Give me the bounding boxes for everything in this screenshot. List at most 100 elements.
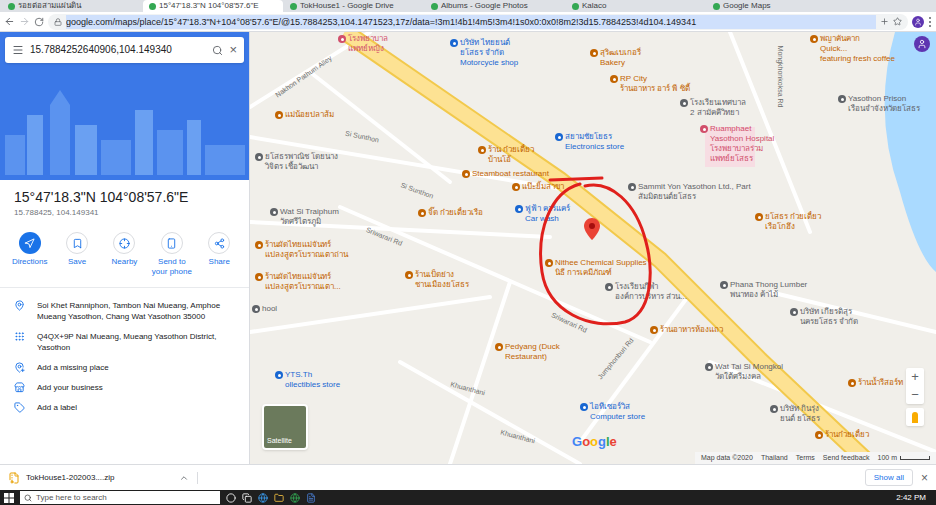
map-place-label[interactable]: Sammit Yon Yasothon Ltd., Partสัมมิตยนต์…	[628, 182, 751, 202]
back-icon[interactable]	[4, 16, 15, 27]
map-place-label[interactable]: Steamboat restaurant	[462, 169, 549, 179]
map-place-label[interactable]: Pedyang (DuckRestaurant)	[495, 342, 560, 362]
map-place-label[interactable]: โรงเรียนเทศบาล2 สามัคคีวิทยา	[680, 98, 746, 118]
map-place-label[interactable]: ร้านน้ำรีสอร์ท	[848, 378, 903, 388]
zoom-button[interactable]: +	[906, 368, 924, 386]
action-button[interactable]: Nearby	[102, 232, 146, 277]
detail-row[interactable]: Q4QX+9P Nai Mueang, Mueang Yasothon Dist…	[14, 331, 235, 353]
file-explorer-icon[interactable]	[274, 493, 284, 503]
reload-icon[interactable]	[34, 17, 44, 27]
browser-tab[interactable]: Google Maps	[707, 0, 847, 12]
clear-button[interactable]: ×	[229, 43, 237, 57]
add-icon[interactable]	[880, 17, 889, 26]
map-place-label[interactable]: ยโสธรพาณิช โดยนางวิจิตร เชื้อวัฒนา	[255, 152, 338, 172]
location-pin-icon[interactable]	[584, 218, 600, 240]
label-line: featuring fresh coffee	[820, 54, 895, 64]
map-place-label[interactable]: RP Cityร้านอาหาร อาร์ พี ซิตี้	[610, 74, 690, 94]
account-avatar-icon[interactable]	[914, 36, 930, 52]
map-place-label[interactable]: ร้านก๋วยเตี๋ยว	[815, 430, 869, 440]
windows-logo-icon[interactable]	[4, 493, 14, 503]
map-place-label[interactable]: Phana Thong Lumberพนาทอง ค้าไม้	[720, 280, 807, 300]
edge-icon[interactable]	[258, 493, 268, 503]
pegman-icon[interactable]	[906, 408, 924, 426]
map-place-label[interactable]: Wat Si Traiphumวัดศรีไตรภูมิ	[270, 207, 339, 227]
map-place-label[interactable]: พญาคันคากQuick...featuring fresh coffee	[810, 34, 895, 64]
map-place-label[interactable]: สุริฒเบเกอรี่Bakery	[590, 48, 641, 68]
cortana-icon[interactable]	[226, 493, 236, 503]
map-place-label[interactable]: สยามชัยโยธรElectronics store	[555, 132, 624, 152]
forward-icon[interactable]	[19, 16, 30, 27]
search-icon[interactable]	[212, 45, 223, 56]
map-place-label[interactable]: จิ๊ด ก๋วยเตี๋ยวเรือ	[418, 208, 483, 218]
map-place-label[interactable]: ฟูฟ้า คาร์แคร์Car wash	[515, 204, 570, 224]
word-icon[interactable]	[306, 493, 316, 503]
city-skyline-icon	[5, 85, 245, 175]
detail-row[interactable]: Add a label	[14, 402, 235, 413]
map-place-label[interactable]: Nithee Chemical Suppliesนิธี การเคมีภัณฑ…	[545, 258, 647, 278]
poi-icon	[478, 146, 486, 154]
map-place-label[interactable]: ยโสธร ก๋วยเตี๋ยวเรือโกฮึง	[755, 212, 821, 232]
map-place-label[interactable]: RuamphaetYasothon Hospitalโรงพยาบาลร่วมแ…	[700, 124, 774, 164]
show-all-button[interactable]: Show all	[865, 469, 913, 486]
menu-dots-icon[interactable]	[928, 17, 932, 27]
map-place-label[interactable]: Wat Tai Si Mongkolวัดใต้ศรีมงคล	[705, 362, 783, 382]
label-line: ร้านผัดไทยแม่จันทร์	[265, 240, 348, 250]
action-button[interactable]: Send to your phone	[150, 232, 194, 277]
browser-tab[interactable]: Kalaco	[566, 0, 706, 12]
poi-icon	[462, 170, 470, 178]
map-place-label[interactable]: ไอทีเซอร์วิสComputer store	[580, 402, 645, 422]
bookmark-star-icon[interactable]	[893, 17, 902, 26]
browser-tab[interactable]: 15°47'18.3"N 104°08'57.6"E	[143, 0, 283, 12]
url-field[interactable]: google.com/maps/place/15°47'18.3"N+104°0…	[48, 14, 908, 30]
browser-tab[interactable]: TokHouse1 - Google Drive	[284, 0, 424, 12]
chrome-icon[interactable]	[290, 493, 300, 503]
close-downloads-button[interactable]: ×	[921, 472, 928, 484]
footer-link[interactable]: Send feedback	[823, 453, 870, 463]
browser-tab[interactable]: รอยต่อสามแผ่นดิน	[2, 0, 142, 12]
detail-row[interactable]: Add your business	[14, 382, 235, 393]
label-line: Pedyang (Duck	[505, 342, 560, 352]
map-place-label[interactable]: Yasothon Prisonเรือนจำจังหวัดยโสธร	[838, 94, 920, 114]
phone-icon	[166, 238, 177, 249]
footer-link[interactable]: Thailand	[761, 453, 788, 463]
tab-favicon-icon	[149, 3, 156, 10]
layer-toggle[interactable]: Satellite	[262, 404, 308, 450]
footer-link[interactable]: Map data ©2020	[701, 453, 753, 463]
task-view-icon[interactable]	[242, 493, 252, 503]
label-line: โรงพยาบาล	[348, 34, 388, 44]
map-place-label[interactable]: บริษัท ไทยยนต์ยโสธร จำกัดMotorcycle shop	[450, 38, 518, 68]
map-place-label[interactable]: แป๊ะยิ้มสาขา	[512, 182, 564, 192]
chevron-up-icon[interactable]	[179, 473, 189, 483]
map-place-label[interactable]: ร้านผัดไทยแม่จันทร์แปลงสูตรโบราณเตา...	[255, 272, 341, 292]
map-place-label[interactable]: ร้านผัดไทยแม่จันทร์แปลงสูตรโบราณเตาถ่าน	[255, 240, 348, 260]
footer-link[interactable]: Terms	[796, 453, 815, 463]
map-place-label[interactable]: ร้าน ก๋วยเตี๋ยวบ้านโอ้	[478, 145, 534, 165]
search-box[interactable]: 15.7884252640906,104.149340 ×	[5, 37, 244, 63]
download-item[interactable]: TokHouse1-202003....zip	[8, 472, 198, 484]
map-place-label[interactable]: ร้านอาหารห้องแถว	[650, 325, 723, 335]
map-place-label[interactable]: YTS.Thollectibles store	[275, 370, 340, 390]
map-place-label[interactable]: บริษัท กินรุ่งยนต์ ยโสธร	[770, 404, 820, 424]
detail-row[interactable]: Add a missing place	[14, 362, 235, 373]
road-network-icon	[250, 32, 936, 464]
place-subtitle: 15.788425, 104.149341	[14, 208, 235, 218]
map-place-label[interactable]: hool	[252, 304, 277, 314]
clock[interactable]: 2:42 PM	[896, 492, 932, 503]
map-place-label[interactable]: ร้านเป็ดย่างชานเมืองยโสธร	[405, 270, 469, 290]
map-place-label[interactable]: บริษัท เกียรติสุรนครยโสธร จำกัด	[790, 307, 858, 327]
label-line: แพทย์ยโสธร	[710, 154, 774, 164]
map-place-label[interactable]: แม่น้อยปลาส้ม	[275, 110, 334, 120]
zoom-button[interactable]: −	[906, 386, 924, 404]
action-button[interactable]: Save	[55, 232, 99, 277]
search-input[interactable]: 15.7884252640906,104.149340	[30, 43, 206, 57]
label-line: Phana Thong Lumber	[730, 280, 807, 290]
action-button[interactable]: Share	[197, 232, 241, 277]
menu-icon[interactable]	[12, 44, 24, 56]
profile-icon[interactable]	[912, 16, 924, 28]
action-button[interactable]: Directions	[8, 232, 52, 277]
map-place-label[interactable]: โรงพยาบาลแพทย์หญิง	[338, 34, 388, 54]
browser-tab[interactable]: Albums - Google Photos	[425, 0, 565, 12]
detail-row[interactable]: Soi Khet Ranniphon, Tambon Nai Mueang, A…	[14, 300, 235, 322]
taskbar-search[interactable]: Type here to search	[20, 491, 220, 504]
map-canvas[interactable]: Nakhon Pathum AlleySi SunthonSi SunthonM…	[250, 32, 936, 464]
